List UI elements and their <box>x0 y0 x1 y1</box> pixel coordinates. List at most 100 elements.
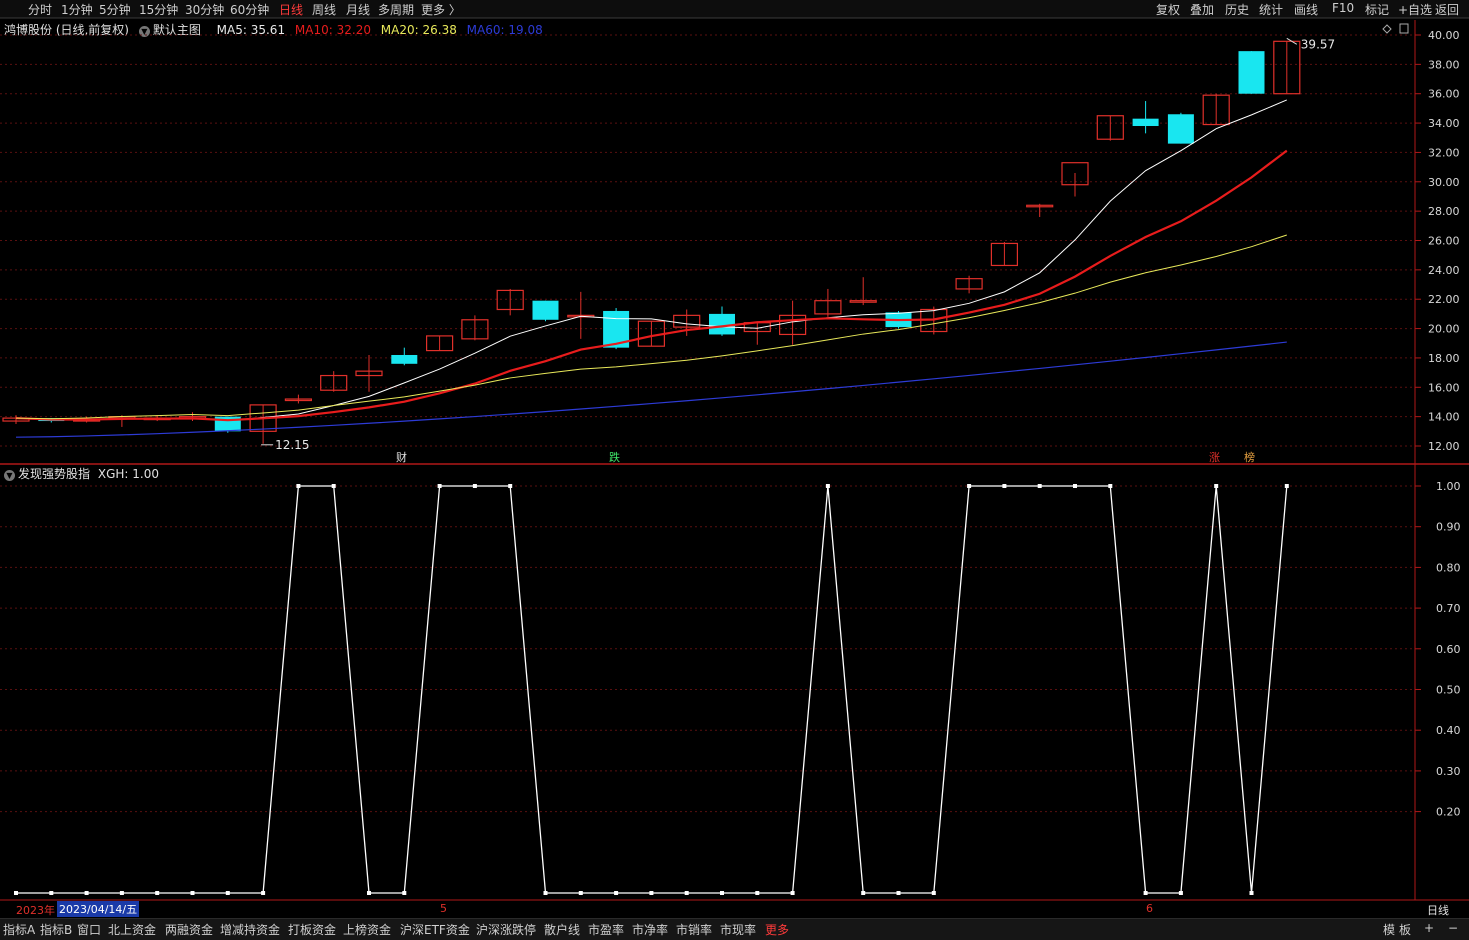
indicator-tab-5[interactable]: 增减持资金 <box>220 921 280 938</box>
xgh-point <box>755 891 760 895</box>
xgh-point <box>1284 484 1289 488</box>
period-label: 日线 <box>1427 904 1449 917</box>
xgh-point <box>1002 484 1007 488</box>
price-tick-label: 20.00 <box>1428 323 1460 336</box>
price-tick-label: 18.00 <box>1428 352 1460 365</box>
candle-body <box>391 354 418 364</box>
indicator-name: 发现强势股指 <box>18 467 91 481</box>
date-axis: 2023年 2023/04/14/五 5 6 日线 <box>0 901 1469 917</box>
event-marker: 涨 <box>1209 451 1220 464</box>
xgh-point <box>296 484 301 488</box>
price-tick-label: 28.00 <box>1428 205 1460 218</box>
price-tick-label: 38.00 <box>1428 58 1460 71</box>
indicator-tab-2[interactable]: 窗口 <box>77 921 101 938</box>
xgh-point <box>508 484 513 488</box>
xgh-point <box>1143 891 1148 895</box>
xgh-point <box>1178 891 1183 895</box>
candle-body <box>532 300 559 320</box>
layout-control-1[interactable]: 板 <box>1399 921 1411 938</box>
indicator-title: ▼ 发现强势股指 XGH: 1.00 <box>4 465 159 482</box>
indicator-tab-0[interactable]: 指标A <box>3 921 35 938</box>
xgh-point <box>49 891 54 895</box>
indicator-value: XGH: 1.00 <box>97 467 159 481</box>
low-label: 12.15 <box>275 438 309 452</box>
indicator-tab-7[interactable]: 上榜资金 <box>343 921 391 938</box>
xgh-point <box>684 891 689 895</box>
price-tick-label: 30.00 <box>1428 176 1460 189</box>
xgh-point <box>1249 891 1254 895</box>
indicator-tab-11[interactable]: 市盈率 <box>588 921 624 938</box>
xgh-point <box>967 484 972 488</box>
xgh-point <box>649 891 654 895</box>
indicator-tab-12[interactable]: 市净率 <box>632 921 668 938</box>
xgh-point <box>543 891 548 895</box>
xgh-point <box>1214 484 1219 488</box>
xgh-point <box>261 891 266 895</box>
xgh-point <box>155 891 160 895</box>
indicator-tick-label: 0.80 <box>1436 561 1461 574</box>
layout-control-0[interactable]: 模 <box>1383 921 1395 938</box>
indicator-tabs: 指标A 指标B 窗口 北上资金 两融资金 增减持资金 打板资金 上榜资金 沪深ETF资金 沪深涨跌… <box>0 918 1469 940</box>
candle-body <box>709 313 735 335</box>
price-tick-label: 24.00 <box>1428 264 1460 277</box>
diamond-icon <box>1382 24 1392 34</box>
xgh-point <box>190 891 195 895</box>
indicator-tab-13[interactable]: 市销率 <box>676 921 712 938</box>
layout-control-3[interactable]: − <box>1448 921 1458 935</box>
indicator-tab-4[interactable]: 两融资金 <box>165 921 213 938</box>
indicator-tab-1[interactable]: 指标B <box>40 921 72 938</box>
indicator-tab-6[interactable]: 打板资金 <box>288 921 336 938</box>
xgh-point <box>614 891 619 895</box>
price-tick-label: 40.00 <box>1428 29 1460 42</box>
event-marker: 跌 <box>609 450 620 464</box>
indicator-tick-label: 1.00 <box>1436 480 1461 493</box>
month-jun-label: 6 <box>1146 902 1153 915</box>
xgh-point <box>437 484 442 488</box>
price-tick-label: 14.00 <box>1428 411 1460 424</box>
price-tick-label: 22.00 <box>1428 293 1460 306</box>
chevron-down-icon[interactable]: ▼ <box>4 470 15 481</box>
year-label: 2023年 <box>16 904 55 917</box>
indicator-tab-14[interactable]: 市现率 <box>720 921 756 938</box>
indicator-tab-15[interactable]: 更多 <box>765 921 789 938</box>
indicator-tab-10[interactable]: 散户线 <box>544 921 580 938</box>
xgh-point <box>896 891 901 895</box>
xgh-point <box>14 891 18 895</box>
high-label: 39.57 <box>1301 37 1335 51</box>
indicator-tab-9[interactable]: 沪深涨跌停 <box>476 921 536 938</box>
xgh-point <box>225 891 230 895</box>
candle-body <box>1238 51 1265 94</box>
xgh-point <box>367 891 371 895</box>
indicator-tick-label: 0.30 <box>1436 765 1461 778</box>
xgh-point <box>861 891 866 895</box>
xgh-point <box>331 484 336 488</box>
xgh-point <box>402 891 407 895</box>
month-may-label: 5 <box>440 902 447 915</box>
price-tick-label: 32.00 <box>1428 146 1460 159</box>
xgh-point <box>1037 484 1042 488</box>
candle-body <box>1167 114 1194 144</box>
indicator-tab-8[interactable]: 沪深ETF资金 <box>400 921 470 938</box>
ma60-line <box>15 341 1287 438</box>
xgh-point <box>825 484 830 488</box>
stock-chart-canvas[interactable]: 40.00 38.00 36.00 34.00 32.00 30.00 28.00 26.00… <box>0 0 1469 939</box>
event-marker: 财 <box>396 450 407 464</box>
indicator-tick-label: 0.20 <box>1436 806 1461 819</box>
xgh-point <box>472 484 477 488</box>
panel-icon <box>1399 23 1409 34</box>
indicator-tick-label: 0.50 <box>1436 684 1461 697</box>
layout-control-2[interactable]: + <box>1424 921 1434 935</box>
xgh-point <box>84 891 89 895</box>
xgh-point <box>790 891 795 895</box>
xgh-point <box>1073 484 1077 488</box>
xgh-point <box>931 891 936 895</box>
indicator-tick-label: 0.70 <box>1436 602 1461 615</box>
price-tick-label: 12.00 <box>1428 440 1460 453</box>
xgh-point <box>1108 484 1113 488</box>
ma10-line <box>15 149 1288 422</box>
indicator-tab-3[interactable]: 北上资金 <box>108 921 156 938</box>
price-tick-label: 16.00 <box>1428 381 1460 394</box>
indicator-tick-label: 0.60 <box>1436 643 1461 656</box>
cursor-date: 2023/04/14/五 <box>57 901 140 917</box>
xgh-point <box>578 891 583 895</box>
